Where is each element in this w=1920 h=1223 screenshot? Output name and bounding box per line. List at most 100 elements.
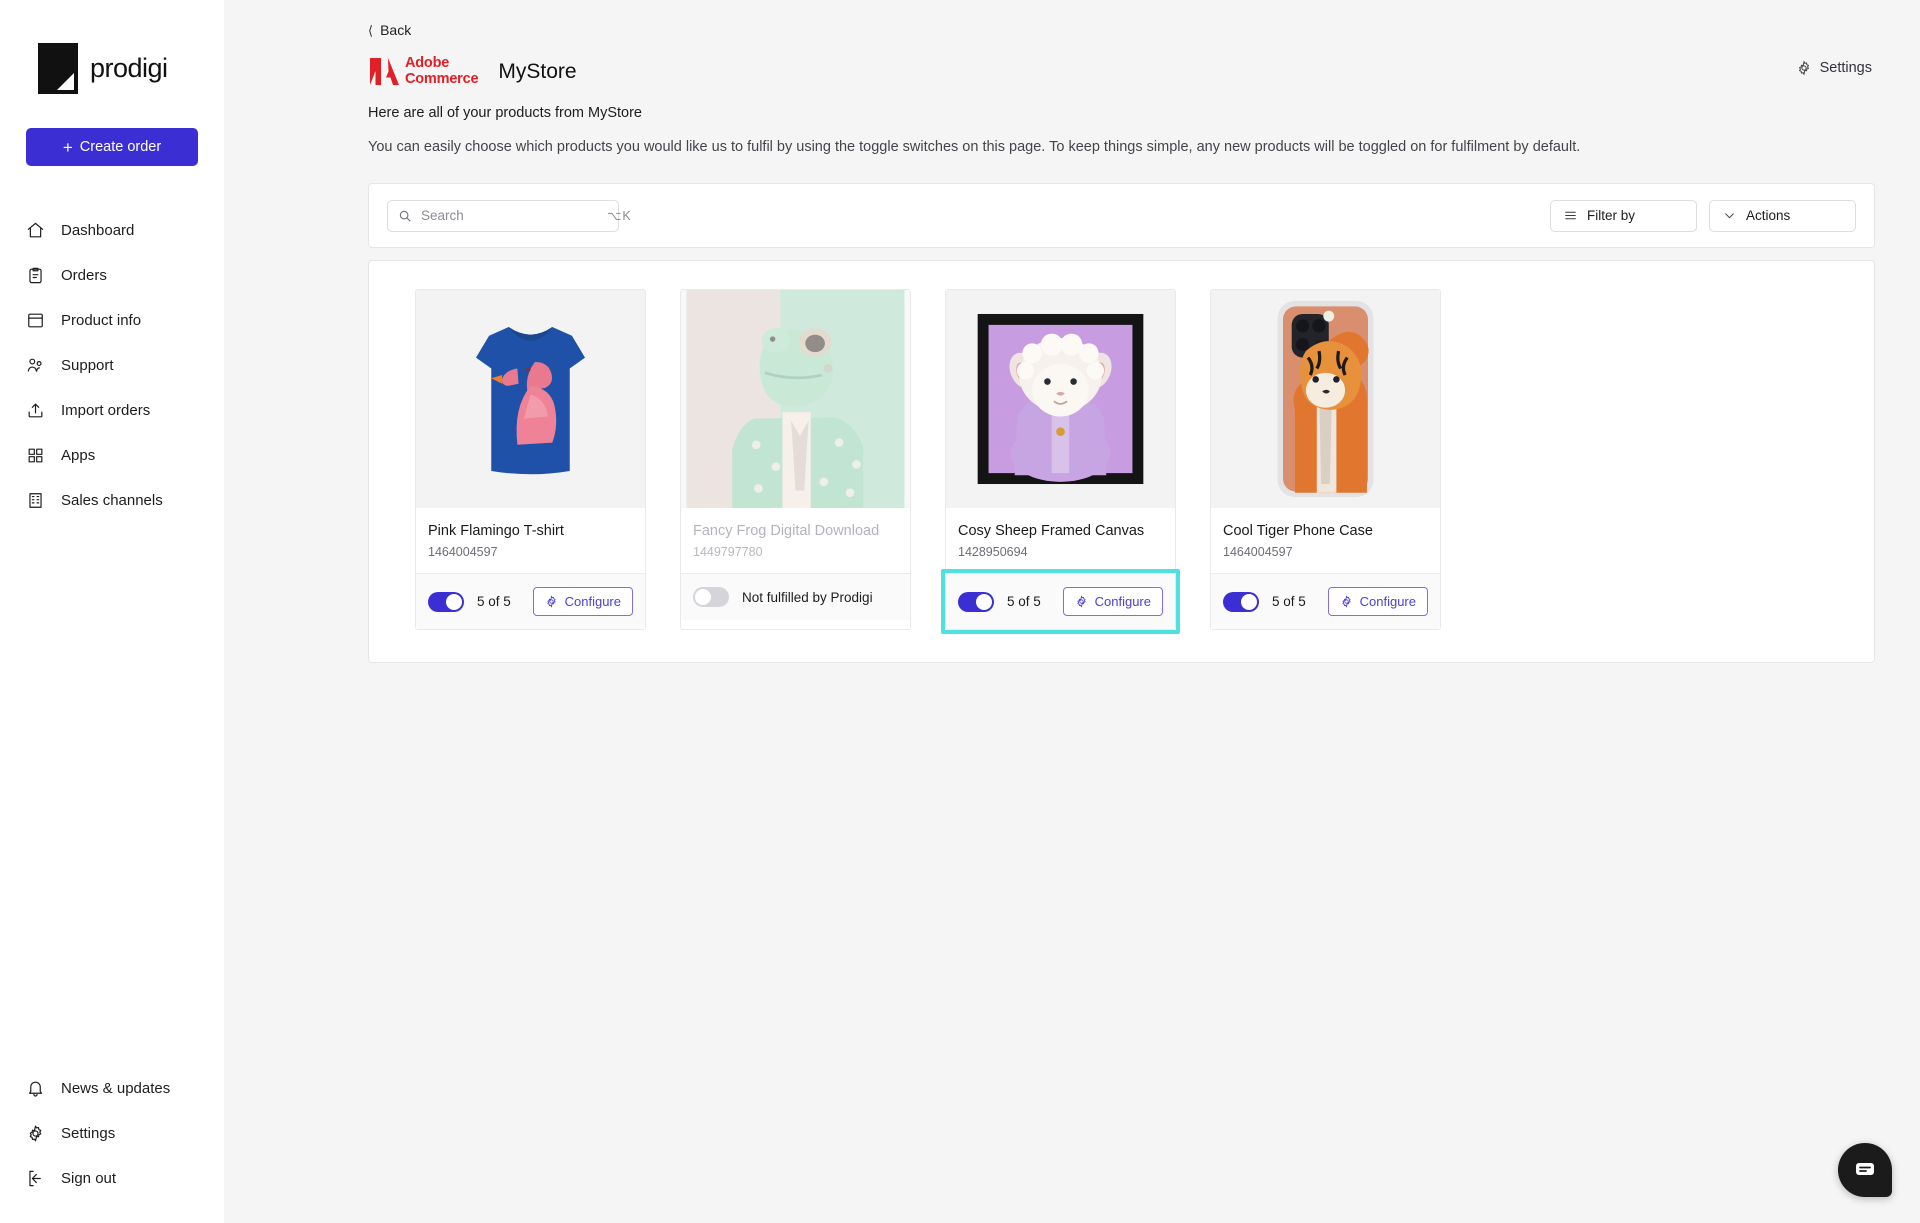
variant-count: 5 of 5 (477, 594, 511, 609)
chat-widget-button[interactable] (1838, 1143, 1892, 1197)
product-name: Fancy Frog Digital Download (693, 523, 880, 539)
sidebar-item-dashboard[interactable]: Dashboard (0, 208, 224, 253)
back-button[interactable]: ⟨ Back (368, 0, 411, 38)
archive-icon (26, 311, 45, 330)
fulfilment-toggle[interactable] (428, 591, 464, 612)
create-order-label: Create order (79, 139, 162, 155)
product-meta: Cosy Sheep Framed Canvas 1428950694 (946, 508, 1175, 574)
page-content: ⟨ Back Adobe Commerce MyStore Here are a… (224, 0, 1920, 663)
product-name: Cool Tiger Phone Case (1223, 523, 1373, 539)
fulfilment-status: Not fulfilled by Prodigi (742, 589, 873, 605)
sidebar-item-label: Import orders (61, 402, 151, 419)
product-footer: 5 of 5 Configure (416, 574, 645, 629)
sidebar-item-orders[interactable]: Orders (0, 253, 224, 298)
users-icon (26, 356, 45, 375)
variant-count: 5 of 5 (1272, 594, 1306, 609)
product-name: Pink Flamingo T-shirt (428, 523, 564, 539)
plus-icon: + (62, 137, 73, 157)
sidebar-item-label: Dashboard (61, 222, 135, 239)
actions-label: Actions (1746, 208, 1791, 223)
building-icon (26, 491, 45, 510)
toolbar: ⌥K Filter by Acti (369, 184, 1874, 247)
bell-icon (26, 1079, 45, 1098)
filter-by-button[interactable]: Filter by (1550, 199, 1697, 232)
toolbar-panel: ⌥K Filter by Acti (368, 183, 1875, 248)
search-icon (398, 209, 412, 223)
product-sku: 1464004597 (428, 545, 498, 560)
brand-logo[interactable]: prodigi (0, 0, 224, 104)
grid-icon (26, 446, 45, 465)
search-box[interactable]: ⌥K (387, 199, 631, 232)
sidebar-item-label: Support (61, 357, 114, 374)
product-meta: Pink Flamingo T-shirt 1464004597 (416, 508, 645, 574)
primary-nav: Dashboard Orders Product info Support Im… (0, 208, 224, 523)
actions-button[interactable]: Actions (1709, 199, 1856, 232)
adobe-commerce-logo: Adobe Commerce (368, 55, 479, 87)
sidebar-item-label: Sales channels (61, 492, 163, 509)
sidebar-item-label: Orders (61, 267, 107, 284)
sidebar-item-label: Product info (61, 312, 142, 329)
sidebar-item-settings[interactable]: Settings (0, 1111, 224, 1156)
adobe-line-2: Commerce (405, 70, 479, 87)
fulfilment-toggle[interactable] (1223, 591, 1259, 612)
product-meta: Fancy Frog Digital Download 1449797780 (681, 508, 910, 574)
sign-out-icon (26, 1169, 45, 1188)
sidebar-item-sign-out[interactable]: Sign out (0, 1156, 224, 1201)
products-panel: Pink Flamingo T-shirt 1464004597 5 of 5 … (368, 260, 1875, 663)
product-footer: 5 of 5 Configure (946, 574, 1175, 629)
sidebar: prodigi + Create order Dashboard Orders (0, 0, 224, 1223)
upload-icon (26, 401, 45, 420)
sidebar-item-import-orders[interactable]: Import orders (0, 388, 224, 433)
gear-icon (1796, 60, 1812, 76)
create-order-button[interactable]: + Create order (26, 128, 198, 166)
sidebar-item-label: News & updates (61, 1080, 171, 1097)
adobe-commerce-wordmark: Adobe Commerce (405, 55, 479, 87)
sidebar-item-label: Sign out (61, 1170, 117, 1187)
sidebar-item-product-info[interactable]: Product info (0, 298, 224, 343)
product-name: Cosy Sheep Framed Canvas (958, 523, 1145, 539)
configure-button[interactable]: Configure (1062, 587, 1163, 616)
variant-count: 5 of 5 (1007, 594, 1041, 609)
configure-label: Configure (564, 594, 621, 609)
page-subtitle: Here are all of your products from MySto… (368, 105, 642, 121)
search-input[interactable] (421, 208, 598, 223)
sidebar-item-news-updates[interactable]: News & updates (0, 1066, 224, 1111)
product-card[interactable]: Pink Flamingo T-shirt 1464004597 5 of 5 … (415, 289, 646, 630)
product-image (946, 290, 1175, 508)
sidebar-item-label: Apps (61, 447, 96, 464)
adobe-a-icon (370, 58, 399, 85)
home-icon (26, 221, 45, 240)
chat-bubble-icon (1853, 1157, 1877, 1184)
brand-name: prodigi (90, 52, 168, 83)
sidebar-item-apps[interactable]: Apps (0, 433, 224, 478)
configure-button[interactable]: Configure (532, 587, 633, 616)
sidebar-item-label: Settings (61, 1125, 116, 1142)
fulfilment-toggle[interactable] (693, 587, 729, 607)
product-meta: Cool Tiger Phone Case 1464004597 (1211, 508, 1440, 574)
gear-icon (1075, 595, 1088, 608)
filter-by-label: Filter by (1587, 208, 1636, 223)
product-image (416, 290, 645, 508)
toolbar-actions: Filter by Actions (1550, 199, 1856, 232)
product-image (1211, 290, 1440, 508)
adobe-line-1: Adobe (405, 55, 450, 71)
product-card[interactable]: Cool Tiger Phone Case 1464004597 5 of 5 … (1210, 289, 1441, 630)
product-card[interactable]: Cosy Sheep Framed Canvas 1428950694 5 of… (941, 289, 1180, 634)
search-shortcut-hint: ⌥K (607, 209, 632, 223)
product-footer: 5 of 5 Configure (1211, 574, 1440, 629)
product-sku: 1428950694 (958, 545, 1028, 560)
main-content: Settings ⟨ Back Adobe Commerce MyStore H… (224, 0, 1920, 1223)
header-settings-label: Settings (1819, 60, 1872, 76)
clipboard-icon (26, 266, 45, 285)
product-image (681, 290, 910, 508)
header-settings-link[interactable]: Settings (1796, 60, 1872, 76)
chevron-left-icon: ⟨ (368, 22, 374, 38)
filter-lines-icon (1564, 209, 1577, 222)
fulfilment-toggle[interactable] (958, 591, 994, 612)
product-sku: 1449797780 (693, 545, 763, 560)
sidebar-item-sales-channels[interactable]: Sales channels (0, 478, 224, 523)
gear-icon (26, 1124, 45, 1143)
sidebar-item-support[interactable]: Support (0, 343, 224, 388)
product-card[interactable]: Fancy Frog Digital Download 1449797780 N… (680, 289, 911, 630)
configure-button[interactable]: Configure (1327, 587, 1428, 616)
